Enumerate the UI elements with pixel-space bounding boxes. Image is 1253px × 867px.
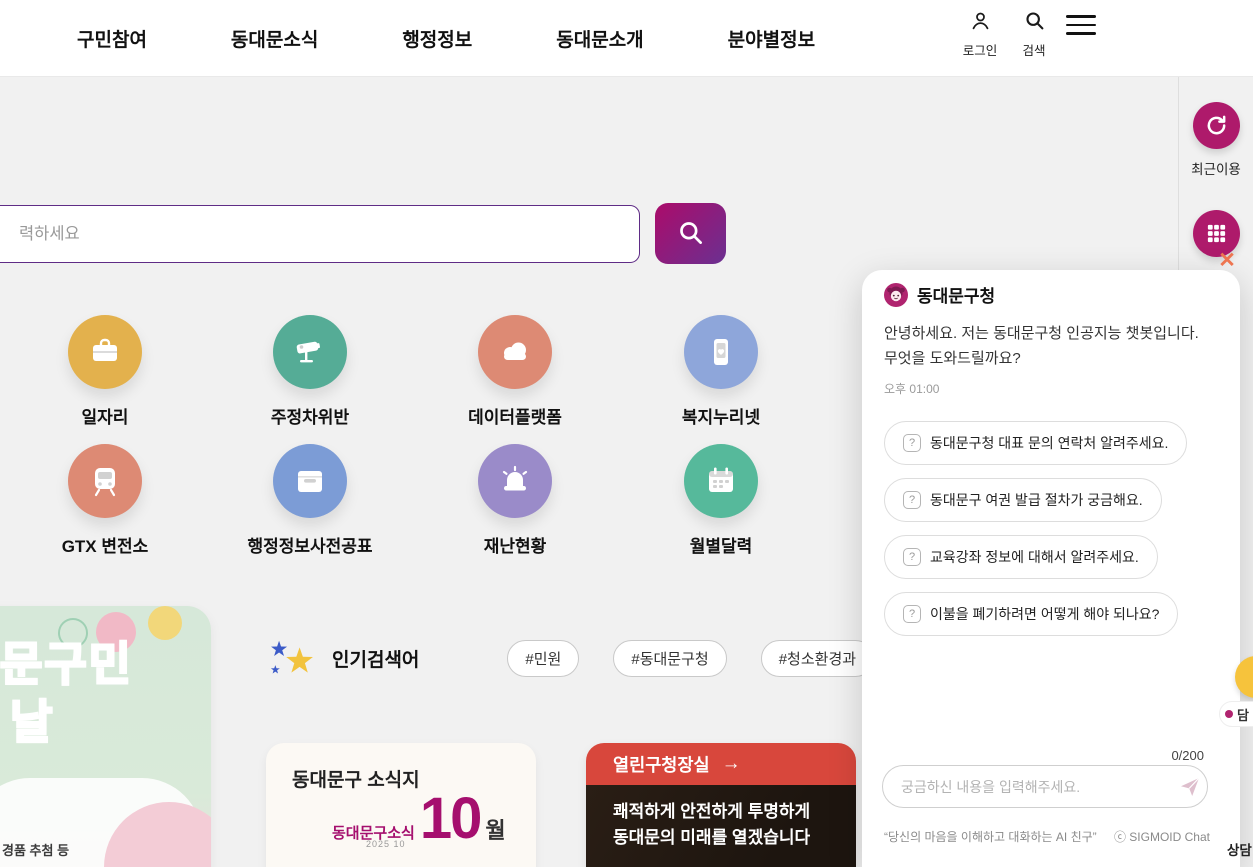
mayor-card-header: 열린구청장실 → xyxy=(586,743,856,785)
balloon-yellow xyxy=(148,606,182,640)
banner-caption: 경품 추첨 등 xyxy=(2,840,69,859)
calendar-icon xyxy=(684,444,758,518)
send-icon[interactable] xyxy=(1178,775,1202,799)
arrow-right-icon: → xyxy=(722,753,741,775)
mayor-card-title: 열린구청장실 xyxy=(613,752,710,777)
chatbot-footer: “당신의 마음을 이해하고 대화하는 AI 친구” ⓒ SIGMOID Chat xyxy=(884,828,1210,845)
service-label: 재난현황 xyxy=(435,532,595,557)
recent-services-label: 최근이용 xyxy=(1184,158,1248,178)
question-doc-icon: ? xyxy=(903,491,921,509)
service-data-platform[interactable]: 데이터플랫폼 xyxy=(435,315,595,428)
chatbot-timestamp: 오후 01:00 xyxy=(884,380,1218,397)
suggestion-education[interactable]: ? 교육강좌 정보에 대해서 알려주세요. xyxy=(884,535,1158,579)
page: 구민참여 동대문소식 행정정보 동대문소개 분야별정보 로그인 검색 xyxy=(0,0,1253,867)
question-doc-icon: ? xyxy=(903,605,921,623)
question-doc-icon: ? xyxy=(903,434,921,452)
nav-item-intro[interactable]: 동대문소개 xyxy=(556,25,643,52)
suggestion-label: 교육강좌 정보에 대해서 알려주세요. xyxy=(930,547,1139,567)
service-label: GTX 변전소 xyxy=(25,532,185,557)
suggestion-passport[interactable]: ? 동대문구 여권 발급 절차가 궁금해요. xyxy=(884,478,1162,522)
user-icon xyxy=(970,10,991,36)
floating-consult-fragment[interactable]: 담 xyxy=(1219,701,1253,727)
recent-services-button[interactable]: 최근이용 xyxy=(1193,102,1240,178)
stars-icon xyxy=(266,638,322,678)
tag-dongdaemun-office[interactable]: #동대문구청 xyxy=(613,640,726,677)
service-jobs[interactable]: 일자리 xyxy=(25,315,185,428)
banner-headline-2: 날 xyxy=(10,686,54,752)
suggestion-contact[interactable]: ? 동대문구청 대표 문의 연락처 알려주세요. xyxy=(884,421,1187,465)
service-gtx-substation[interactable]: GTX 변전소 xyxy=(25,444,185,557)
header-search-label: 검색 xyxy=(1022,40,1045,59)
chatbot-panel: 동대문구청 안녕하세요. 저는 동대문구청 인공지능 챗봇입니다. 무엇을 도와… xyxy=(862,270,1240,867)
service-label: 행정정보사전공표 xyxy=(230,532,390,557)
char-counter: 0/200 xyxy=(1171,748,1204,763)
search-icon xyxy=(677,219,704,249)
chatbot-suggestions: ? 동대문구청 대표 문의 연락처 알려주세요. ? 동대문구 여권 발급 절차… xyxy=(884,421,1218,636)
suggestion-label: 동대문구청 대표 문의 연락처 알려주세요. xyxy=(930,433,1168,453)
dot-icon xyxy=(1225,710,1233,718)
chatbot-header: 동대문구청 xyxy=(884,282,1218,307)
mayor-slogan-2: 동대문의 미래를 열겠습니다 xyxy=(613,825,856,851)
newsletter-card[interactable]: 동대문구 소식지 동대문구소식 10 월 2025 10 xyxy=(266,743,536,867)
tag-cleaning-environment[interactable]: #청소환경과 xyxy=(761,640,874,677)
chatbot-message-input[interactable] xyxy=(882,765,1208,808)
cctv-icon xyxy=(273,315,347,389)
consult-label-fragment[interactable]: 상담 xyxy=(1227,839,1252,859)
service-label: 데이터플랫폼 xyxy=(435,403,595,428)
service-label: 일자리 xyxy=(25,403,185,428)
search-icon xyxy=(1024,10,1045,36)
service-label: 주정차위반 xyxy=(230,403,390,428)
cloud-icon xyxy=(478,315,552,389)
briefcase-icon xyxy=(68,315,142,389)
service-label: 복지누리넷 xyxy=(641,403,801,428)
mayor-office-card[interactable]: 열린구청장실 → 쾌적하게 안전하게 투명하게 동대문의 미래를 열겠습니다 xyxy=(586,743,856,867)
newsletter-date: 2025 10 xyxy=(366,839,406,849)
main-search-button[interactable] xyxy=(655,203,726,264)
service-label: 월별달력 xyxy=(641,532,801,557)
chatbot-avatar xyxy=(884,283,908,307)
service-monthly-calendar[interactable]: 월별달력 xyxy=(641,444,801,557)
header-search-button[interactable]: 검색 xyxy=(1012,10,1056,59)
mayor-slogan-1: 쾌적하게 안전하게 투명하게 xyxy=(613,799,856,825)
question-doc-icon: ? xyxy=(903,548,921,566)
nav-item-admin-info[interactable]: 행정정보 xyxy=(402,25,472,52)
main-search-input[interactable] xyxy=(0,205,640,263)
chatbot-title: 동대문구청 xyxy=(917,282,995,307)
newsletter-issue-unit: 월 xyxy=(485,813,505,845)
service-disaster-status[interactable]: 재난현황 xyxy=(435,444,595,557)
chatbot-close-icon[interactable]: ✕ xyxy=(1214,248,1240,274)
chatbot-greeting: 안녕하세요. 저는 동대문구청 인공지능 챗봇입니다. 무엇을 도와드릴까요? xyxy=(884,321,1202,371)
menu-icon[interactable] xyxy=(1066,13,1096,37)
newsletter-issue-number: 10 xyxy=(420,791,481,846)
train-icon xyxy=(68,444,142,518)
nav-item-field-info[interactable]: 분야별정보 xyxy=(728,25,815,52)
suggestion-waste-disposal[interactable]: ? 이불을 폐기하려면 어떻게 해야 되나요? xyxy=(884,592,1178,636)
service-admin-disclosure[interactable]: 행정정보사전공표 xyxy=(230,444,390,557)
archive-icon xyxy=(273,444,347,518)
chatbot-footer-quote: “당신의 마음을 이해하고 대화하는 AI 친구” xyxy=(884,828,1097,845)
suggestion-label: 동대문구 여권 발급 절차가 궁금해요. xyxy=(930,490,1143,510)
login-button[interactable]: 로그인 xyxy=(958,10,1002,59)
refresh-icon xyxy=(1193,102,1240,149)
suggestion-label: 이불을 폐기하려면 어떻게 해야 되나요? xyxy=(930,604,1159,624)
newsletter-title: 동대문구 소식지 xyxy=(292,765,420,792)
newsletter-cover: 동대문구소식 10 월 xyxy=(332,791,506,846)
banner-headline-1: 문구민 xyxy=(0,628,133,694)
tag-minwon[interactable]: #민원 xyxy=(507,640,579,677)
phone-heart-icon xyxy=(684,315,758,389)
service-parking-violation[interactable]: 주정차위반 xyxy=(230,315,390,428)
siren-icon xyxy=(478,444,552,518)
mayor-card-body: 쾌적하게 안전하게 투명하게 동대문의 미래를 열겠습니다 xyxy=(586,785,856,867)
popular-search-title: 인기검색어 xyxy=(332,645,419,672)
floating-consult-label: 담 xyxy=(1237,705,1249,724)
nav-item-news[interactable]: 동대문소식 xyxy=(231,25,318,52)
service-welfare-net[interactable]: 복지누리넷 xyxy=(641,315,801,428)
login-label: 로그인 xyxy=(963,40,998,59)
chatbot-footer-brand: ⓒ SIGMOID Chat xyxy=(1114,828,1210,845)
nav-item-citizen-participation[interactable]: 구민참여 xyxy=(77,25,147,52)
event-banner[interactable]: 문구민 날 경품 추첨 등 xyxy=(0,606,211,867)
header-utilities: 로그인 검색 xyxy=(958,10,1096,59)
